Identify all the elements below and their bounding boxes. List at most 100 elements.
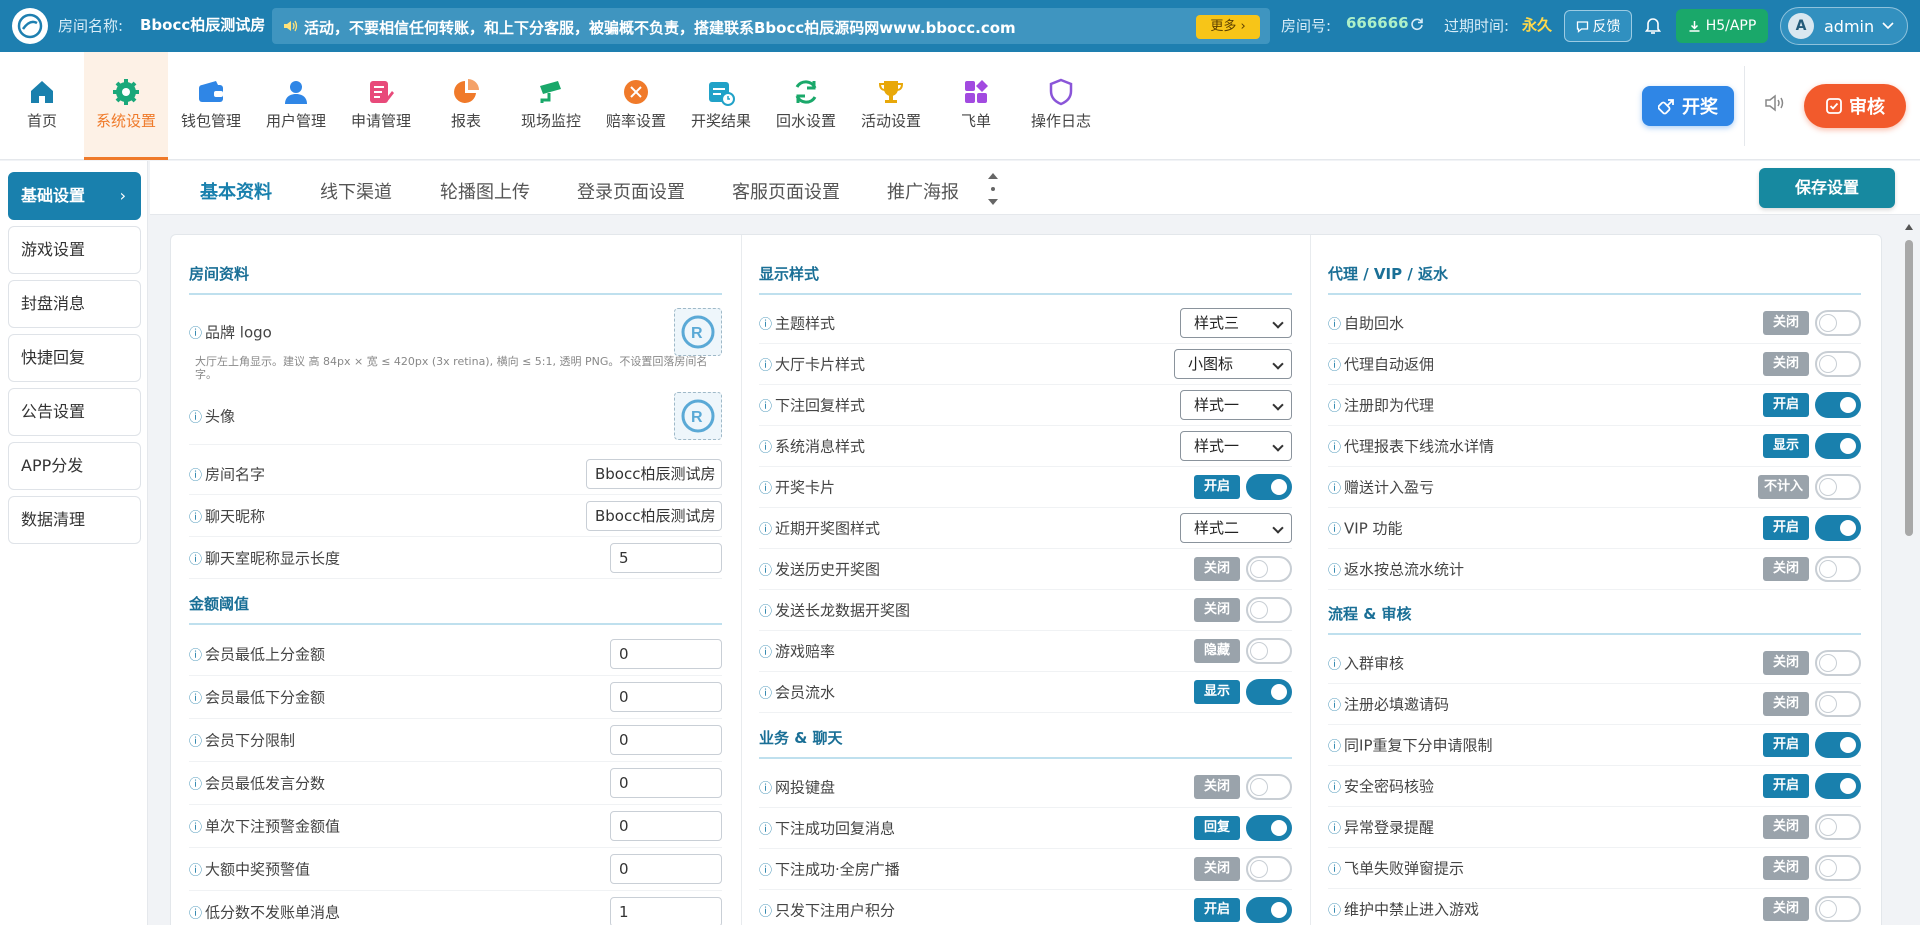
nav-item-1[interactable]: 系统设置 [84,52,168,160]
display-0-select[interactable]: 样式三 [1180,308,1292,338]
amount-6-input[interactable]: 1 [610,897,722,925]
flow-3-toggle[interactable] [1815,773,1861,799]
scroll-arrows-icon[interactable] [986,169,1000,209]
volume-icon[interactable] [1764,94,1786,112]
nav-item-2[interactable]: 钱包管理 [169,52,253,160]
tab-service-page[interactable]: 客服页面设置 [732,178,840,204]
business-3-toggle[interactable] [1246,897,1292,923]
user-menu[interactable]: A admin [1780,7,1908,45]
save-settings-button[interactable]: 保存设置 [1759,168,1895,208]
status-badge: 开启 [1763,393,1809,417]
business-1-toggle[interactable] [1246,815,1292,841]
feedback-button[interactable]: 反馈 [1564,10,1632,42]
agent-0-toggle[interactable] [1815,310,1861,336]
agent-1-toggle[interactable] [1815,351,1861,377]
display-8-toggle[interactable] [1246,638,1292,664]
amount-0-input[interactable]: 0 [610,639,722,669]
flow-5-toggle[interactable] [1815,855,1861,881]
more-button[interactable]: 更多 › [1196,15,1260,39]
flow-2-toggle[interactable] [1815,732,1861,758]
flow-0-toggle[interactable] [1815,650,1861,676]
display-6-toggle[interactable] [1246,556,1292,582]
info-icon: ⓘ [759,863,773,879]
display-9-toggle[interactable] [1246,679,1292,705]
scrollbar-thumb[interactable] [1905,240,1913,536]
nav-item-10[interactable]: 活动设置 [849,52,933,160]
h5-app-button[interactable]: H5/APP [1676,9,1768,43]
nav-item-5[interactable]: 报表 [424,52,508,160]
display-5-select[interactable]: 样式二 [1180,513,1292,543]
display-1-label: 大厅卡片样式 [775,355,866,374]
nav-item-9[interactable]: 回水设置 [764,52,848,160]
display-5-label: 近期开奖图样式 [775,519,881,538]
agent-6-label: 返水按总流水统计 [1344,560,1465,579]
info-icon: ⓘ [1328,399,1342,415]
amount-3-input[interactable]: 0 [610,768,722,798]
nickname-length-input[interactable]: 5 [610,542,722,573]
info-icon: ⓘ [759,522,773,538]
top-bar: 房间名称: Bbocc柏辰测试房 活动，不要相信任何转账，和上下分客服，被骗概不… [0,0,1920,52]
flow-4-toggle[interactable] [1815,814,1861,840]
display-2-select[interactable]: 样式一 [1180,390,1292,420]
review-button[interactable]: 审核 [1804,84,1906,128]
draw-button[interactable]: 开奖 [1642,86,1734,126]
flow-1-toggle[interactable] [1815,691,1861,717]
nav-item-4[interactable]: 申请管理 [339,52,423,160]
agent-4-toggle[interactable] [1815,474,1861,500]
sidebar-item-app-distribution[interactable]: APP分发 [8,442,141,490]
display-7-toggle[interactable] [1246,597,1292,623]
amount-1-input[interactable]: 0 [610,682,722,712]
amount-0-label: 会员最低上分金额 [205,645,326,664]
display-1-select[interactable]: 小图标 [1174,349,1292,379]
nav-item-3[interactable]: 用户管理 [254,52,338,160]
nav-item-6[interactable]: 现场监控 [509,52,593,160]
amount-4-input[interactable]: 0 [610,811,722,841]
agent-3-row: ⓘ 代理报表下线流水详情 显示 [1328,426,1861,467]
amount-5-input[interactable]: 0 [610,854,722,884]
refresh-icon[interactable] [1410,17,1424,31]
display-4-row: ⓘ 开奖卡片 开启 [759,467,1292,508]
business-0-toggle[interactable] [1246,774,1292,800]
info-icon: ⓘ [189,906,203,922]
amount-2-input[interactable]: 0 [610,725,722,755]
nickname-length-label: 聊天室昵称显示长度 [205,549,341,567]
nav-item-12[interactable]: 操作日志 [1019,52,1103,160]
sidebar-item-basic[interactable]: 基础设置 › [8,172,141,220]
flow-6-toggle[interactable] [1815,896,1861,922]
tab-carousel-upload[interactable]: 轮播图上传 [440,178,530,204]
amount-6-label: 低分数不发账单消息 [205,903,341,922]
display-6-row: ⓘ 发送历史开奖图 关闭 [759,549,1292,590]
vertical-scrollbar[interactable] [1902,224,1916,925]
tab-basic-info[interactable]: 基本资料 [200,178,272,204]
room-name-row: ⓘ 房间名字 Bbocc柏辰测试房 [189,453,722,495]
sidebar-item-game[interactable]: 游戏设置 [8,226,141,274]
flow-6-label: 维护中禁止进入游戏 [1344,900,1480,919]
agent-6-toggle[interactable] [1815,556,1861,582]
agent-2-toggle[interactable] [1815,392,1861,418]
room-name-input[interactable]: Bbocc柏辰测试房 [586,458,722,489]
nav-item-11[interactable]: 飞单 [934,52,1018,160]
tab-login-page[interactable]: 登录页面设置 [577,178,685,204]
sidebar-item-announcement[interactable]: 公告设置 [8,388,141,436]
sidebar-item-quick-reply[interactable]: 快捷回复 [8,334,141,382]
business-2-toggle[interactable] [1246,856,1292,882]
info-icon: ⓘ [189,777,203,793]
tab-offline-channel[interactable]: 线下渠道 [320,178,392,204]
brand-logo-upload[interactable]: R [674,308,722,356]
agent-5-toggle[interactable] [1815,515,1861,541]
display-4-toggle[interactable] [1246,474,1292,500]
sidebar-item-data-cleanup[interactable]: 数据清理 [8,496,141,544]
status-badge: 关闭 [1763,856,1809,880]
info-icon: ⓘ [1328,481,1342,497]
bell-icon[interactable] [1644,15,1662,35]
tab-promo-poster[interactable]: 推广海报 [887,178,959,204]
display-3-select[interactable]: 样式一 [1180,431,1292,461]
nav-item-0[interactable]: 首页 [0,52,84,160]
agent-3-toggle[interactable] [1815,433,1861,459]
avatar-upload[interactable]: R [674,391,722,440]
sidebar-item-close-message[interactable]: 封盘消息 [8,280,141,328]
nav-item-8[interactable]: 开奖结果 [679,52,763,160]
chat-nickname-input[interactable]: Bbocc柏辰测试房 [586,500,722,531]
nav-item-7[interactable]: 赔率设置 [594,52,678,160]
scroll-up-icon[interactable] [1905,224,1913,230]
